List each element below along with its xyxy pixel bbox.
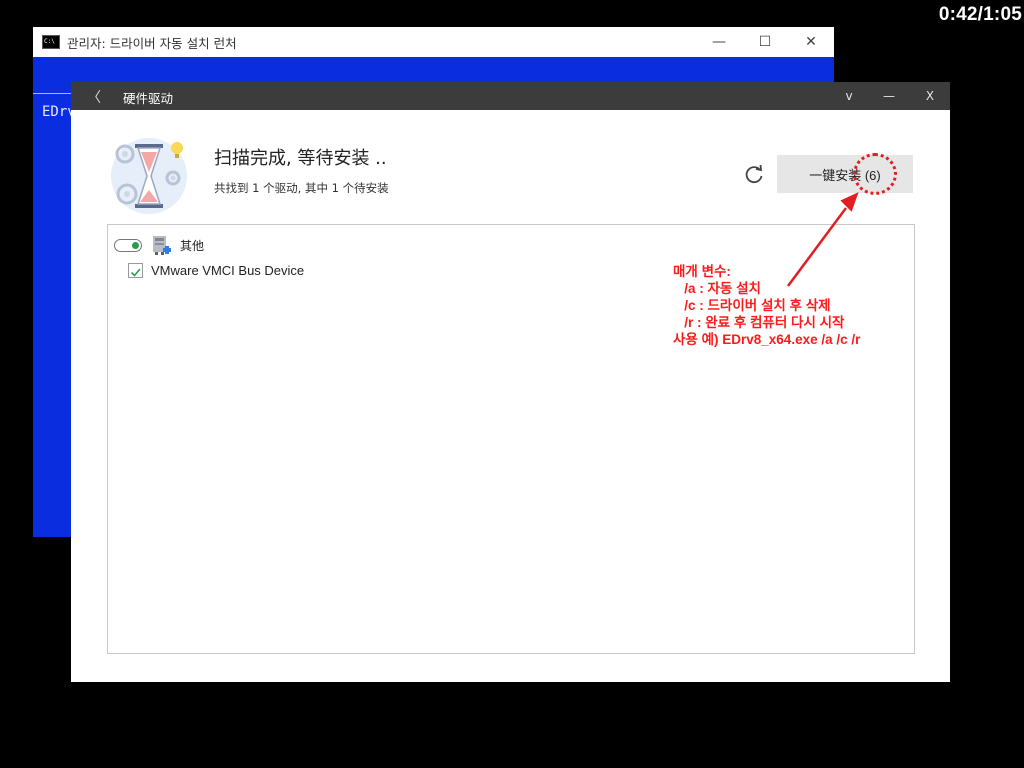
note-line: 사용 예) EDrv8_x64.exe /a /c /r: [673, 332, 861, 347]
note-line: /c : 드라이버 설치 후 삭제: [673, 298, 831, 313]
driver-name: VMware VMCI Bus Device: [151, 263, 305, 278]
list-item[interactable]: VMware VMCI Bus Device: [128, 263, 304, 278]
parameter-note: 매개 변수: /a : 자동 설치 /c : 드라이버 설치 후 삭제 /r :…: [673, 263, 860, 348]
app-titlebar: 〈 硬件驱动 v — X: [71, 82, 950, 110]
app-close-button[interactable]: X: [910, 82, 950, 110]
console-titlebar: 관리자: 드라이버 자동 설치 런처 — ☐ ✕: [33, 27, 834, 57]
group-label: 其他: [180, 238, 205, 253]
menu-dropdown-button[interactable]: v: [829, 82, 869, 110]
note-line: 매개 변수:: [673, 264, 731, 279]
driver-group-other: 其他: [114, 233, 204, 257]
app-minimize-button[interactable]: —: [869, 82, 909, 110]
back-button[interactable]: 〈: [87, 87, 101, 107]
console-maximize-button[interactable]: ☐: [742, 27, 788, 57]
group-toggle[interactable]: [114, 238, 142, 252]
note-line: /r : 완료 후 컴퓨터 다시 시작: [673, 315, 845, 330]
scan-status-summary: 共找到 1 个驱动, 其中 1 个待安装: [214, 181, 389, 195]
app-title: 硬件驱动: [123, 91, 174, 106]
console-close-button[interactable]: ✕: [788, 27, 834, 57]
console-icon: [42, 35, 60, 49]
highlight-circle: [853, 153, 897, 195]
driver-app-window: 〈 硬件驱动 v — X 扫描完成, 等待安装 .. 共找到 1 个驱动, 其中…: [71, 82, 950, 682]
check-icon: [130, 268, 141, 277]
item-checkbox[interactable]: [128, 263, 143, 278]
video-timer: 0:42/1:05: [938, 4, 1022, 25]
refresh-icon[interactable]: [743, 164, 765, 186]
note-line: /a : 자동 설치: [673, 281, 761, 296]
device-icon: [153, 236, 171, 255]
console-minimize-button[interactable]: —: [696, 27, 742, 57]
hourglass-gears-icon: [111, 138, 187, 214]
scan-status-title: 扫描完成, 等待安装 ..: [214, 148, 387, 169]
console-divider: [33, 93, 73, 94]
console-title: 관리자: 드라이버 자동 설치 런처: [67, 35, 237, 51]
